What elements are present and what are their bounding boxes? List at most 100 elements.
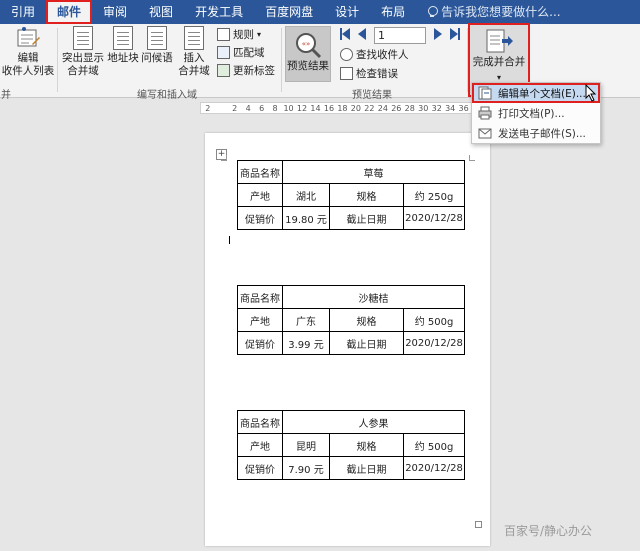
preview-results-label: 预览结果	[287, 60, 329, 72]
menu-item-edit-individual-documents[interactable]: 编辑单个文档(E)...	[472, 83, 600, 103]
margin-corner-mark	[469, 155, 475, 161]
table-row: 商品名称 人参果	[237, 410, 466, 434]
previous-record-icon	[358, 28, 366, 40]
cell-origin-label[interactable]: 产地	[237, 308, 283, 332]
document-page[interactable]: + 商品名称 草莓 产地 湖北 规格 约 250g 促销价 19.80 元 截止…	[205, 133, 490, 546]
match-fields-label: 匹配域	[233, 47, 265, 59]
cell-origin-label[interactable]: 产地	[237, 433, 283, 457]
ruler-tick-label: 12	[296, 103, 308, 113]
group-write-insert-label: 编写和插入域	[137, 90, 197, 101]
tab-baidu-netdisk[interactable]: 百度网盘	[254, 0, 324, 24]
tab-view[interactable]: 视图	[138, 0, 184, 24]
greeting-line-icon	[147, 26, 167, 50]
cell-name-label[interactable]: 商品名称	[237, 410, 283, 434]
product-table-1[interactable]: 商品名称 草莓 产地 湖北 规格 约 250g 促销价 19.80 元 截止日期…	[237, 160, 465, 230]
cell-spec[interactable]: 约 500g	[402, 433, 466, 457]
cell-price[interactable]: 3.99 元	[282, 331, 330, 355]
tell-me-box[interactable]: 告诉我您想要做什么...	[416, 0, 571, 24]
ruler-tick-label: 14	[310, 103, 321, 113]
cell-deadline-label[interactable]: 截止日期	[329, 206, 404, 230]
cell-origin[interactable]: 广东	[282, 308, 330, 332]
table-row: 商品名称 沙糖桔	[237, 285, 466, 309]
cell-name[interactable]: 人参果	[281, 410, 466, 434]
horizontal-ruler[interactable]: 22468101214161820222426283032343638	[200, 102, 485, 114]
last-record-icon	[450, 28, 458, 40]
cell-spec-label[interactable]: 规格	[329, 308, 404, 332]
cell-name-label[interactable]: 商品名称	[237, 285, 283, 309]
previous-record-button[interactable]	[358, 28, 370, 42]
check-errors-button[interactable]: 检查错误	[340, 66, 398, 81]
product-table-2[interactable]: 商品名称 沙糖桔 产地 广东 规格 约 500g 促销价 3.99 元 截止日期…	[237, 285, 466, 355]
watermark-text: 百家号/静心办公	[504, 524, 593, 538]
cell-spec-label[interactable]: 规格	[329, 183, 404, 207]
cell-spec[interactable]: 约 500g	[402, 308, 466, 332]
cell-origin[interactable]: 湖北	[282, 183, 330, 207]
tab-developer[interactable]: 开发工具	[184, 0, 254, 24]
highlight-merge-fields-label: 突出显示 合并域	[62, 52, 104, 77]
update-labels-label: 更新标签	[233, 65, 275, 77]
ruler-tick-label: 16	[323, 103, 335, 113]
tab-layout[interactable]: 布局	[370, 0, 416, 24]
tell-me-text: 告诉我您想要做什么...	[441, 5, 561, 19]
ruler-tick-label: 24	[377, 103, 388, 113]
cell-price-label[interactable]: 促销价	[237, 206, 283, 230]
last-record-button[interactable]	[450, 28, 462, 42]
cell-price-label[interactable]: 促销价	[237, 331, 283, 355]
finish-merge-menu: 编辑单个文档(E)... 打印文档(P)... 发送电子邮件(S)...	[471, 82, 601, 144]
group-preview-label: 预览结果	[352, 90, 392, 101]
cell-spec-label[interactable]: 规格	[329, 433, 404, 457]
cell-deadline[interactable]: 2020/12/28	[403, 206, 465, 230]
cell-deadline-label[interactable]: 截止日期	[329, 331, 404, 355]
margin-corner-mark	[221, 155, 227, 161]
menu-item-label: 发送电子邮件(S)...	[498, 127, 586, 140]
update-labels-icon	[217, 64, 230, 77]
cell-price[interactable]: 19.80 元	[282, 206, 330, 230]
preview-results-button[interactable]: «» 预览结果	[285, 26, 331, 82]
table-row: 产地 昆明 规格 约 500g	[237, 433, 466, 457]
ruler-tick-label: 18	[337, 103, 348, 113]
cell-origin-label[interactable]: 产地	[237, 183, 283, 207]
cell-origin[interactable]: 昆明	[282, 433, 330, 457]
menu-item-print-documents[interactable]: 打印文档(P)...	[472, 103, 600, 123]
ruler-tick-label: 8	[272, 103, 278, 113]
tab-design[interactable]: 设计	[324, 0, 370, 24]
insert-merge-field-button[interactable]: 插入 合并域	[174, 26, 214, 78]
printer-icon	[478, 106, 492, 120]
table-row: 促销价 7.90 元 截止日期 2020/12/28	[237, 456, 466, 480]
cell-spec[interactable]: 约 250g	[403, 183, 465, 207]
first-record-button[interactable]	[340, 28, 352, 42]
ruler-tick-label: 28	[404, 103, 415, 113]
highlight-merge-fields-button[interactable]: 突出显示 合并域	[60, 26, 106, 78]
menu-item-send-email[interactable]: 发送电子邮件(S)...	[472, 123, 600, 143]
tab-review[interactable]: 审阅	[92, 0, 138, 24]
group-start-label-partial: 并	[1, 90, 11, 101]
tab-mailings[interactable]: 邮件	[46, 0, 93, 24]
cell-deadline-label[interactable]: 截止日期	[329, 456, 404, 480]
cell-name-label[interactable]: 商品名称	[237, 160, 283, 184]
cell-deadline[interactable]: 2020/12/28	[402, 456, 466, 480]
table-resize-handle[interactable]	[475, 521, 482, 528]
cell-name[interactable]: 沙糖桔	[281, 285, 466, 309]
cell-price-label[interactable]: 促销价	[237, 456, 283, 480]
ruler-tick-label: 2	[205, 103, 211, 113]
svg-text:«»: «»	[302, 40, 311, 48]
rules-button[interactable]: 规则 ▾	[217, 27, 261, 42]
tab-references[interactable]: 引用	[0, 0, 46, 24]
table-row: 促销价 19.80 元 截止日期 2020/12/28	[237, 206, 465, 230]
next-record-button[interactable]	[434, 28, 446, 42]
address-block-button[interactable]: 地址块	[106, 26, 140, 65]
update-labels-button[interactable]: 更新标签	[217, 63, 275, 78]
record-number-input[interactable]: 1	[374, 27, 426, 44]
cell-name[interactable]: 草莓	[282, 160, 465, 184]
rules-icon	[217, 28, 230, 41]
product-table-3[interactable]: 商品名称 人参果 产地 昆明 规格 约 500g 促销价 7.90 元 截止日期…	[237, 410, 466, 480]
find-recipient-button[interactable]: 查找收件人	[340, 47, 409, 62]
edit-recipient-list-button[interactable]: 编辑 收件人列表	[2, 26, 54, 78]
cell-deadline[interactable]: 2020/12/28	[402, 331, 466, 355]
find-recipient-icon	[340, 48, 353, 61]
greeting-line-button[interactable]: 问候语	[140, 26, 174, 65]
address-block-icon	[113, 26, 133, 50]
match-fields-button[interactable]: 匹配域	[217, 45, 265, 60]
ruler-tick-label: 30	[418, 103, 429, 113]
cell-price[interactable]: 7.90 元	[282, 456, 330, 480]
